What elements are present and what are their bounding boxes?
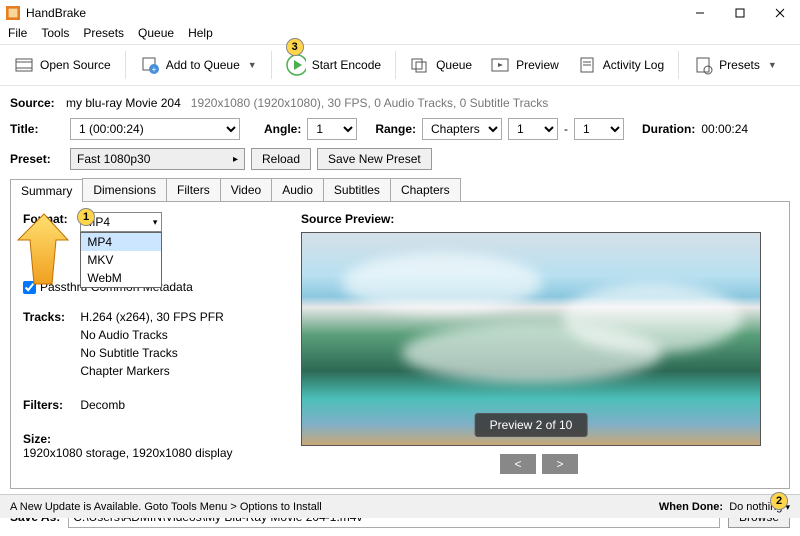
- menu-bar: File Tools Presets Queue Help: [0, 26, 800, 44]
- separator: [678, 51, 679, 79]
- close-button[interactable]: [760, 0, 800, 26]
- size-value: 1920x1080 storage, 1920x1080 display: [23, 446, 233, 460]
- presets-icon: [693, 55, 713, 75]
- menu-help[interactable]: Help: [188, 26, 213, 44]
- log-icon: [577, 55, 597, 75]
- preset-label: Preset:: [10, 152, 64, 166]
- source-label: Source:: [10, 96, 55, 110]
- presets-button[interactable]: Presets ▼: [687, 52, 783, 78]
- range-sep: -: [564, 122, 568, 136]
- separator: [125, 51, 126, 79]
- preset-row: Preset: Fast 1080p30 ▸ Reload Save New P…: [10, 148, 790, 170]
- queue-add-icon: +: [140, 55, 160, 75]
- tab-filters[interactable]: Filters: [166, 178, 221, 201]
- preset-select[interactable]: Fast 1080p30 ▸: [70, 148, 245, 170]
- menu-presets[interactable]: Presets: [83, 26, 124, 44]
- preview-label: Preview: [516, 58, 559, 72]
- format-dropdown: MP4 MKV WebM: [80, 232, 162, 288]
- svg-text:+: +: [151, 65, 156, 74]
- activity-log-button[interactable]: Activity Log: [571, 52, 670, 78]
- title-row: Title: 1 (00:00:24) Angle: 1 Range: Chap…: [10, 118, 790, 140]
- toolbar: Open Source + Add to Queue ▼ 3 Start Enc…: [0, 44, 800, 86]
- separator: [271, 51, 272, 79]
- source-line: Source: my blu-ray Movie 204 1920x1080 (…: [10, 92, 790, 118]
- chevron-down-icon: ▼: [248, 60, 257, 70]
- save-preset-button[interactable]: Save New Preset: [317, 148, 432, 170]
- status-bar: A New Update is Available. Goto Tools Me…: [0, 494, 800, 518]
- tracks-label: Tracks:: [23, 310, 77, 324]
- start-encode-label: Start Encode: [312, 58, 381, 72]
- callout-1: 1: [77, 208, 95, 226]
- reload-button[interactable]: Reload: [251, 148, 311, 170]
- maximize-button[interactable]: [720, 0, 760, 26]
- preview-caption: Preview 2 of 10: [475, 413, 588, 437]
- track-line: No Audio Tracks: [80, 328, 223, 342]
- preview-button[interactable]: Preview: [484, 52, 565, 78]
- format-option-mp4[interactable]: MP4: [81, 233, 161, 251]
- filters-label: Filters:: [23, 398, 77, 412]
- tab-subtitles[interactable]: Subtitles: [323, 178, 391, 201]
- track-line: Chapter Markers: [80, 364, 223, 378]
- title-bar: HandBrake: [0, 0, 800, 26]
- format-option-mkv[interactable]: MKV: [81, 251, 161, 269]
- preset-value: Fast 1080p30: [77, 152, 150, 166]
- activity-log-label: Activity Log: [603, 58, 664, 72]
- film-icon: [14, 55, 34, 75]
- title-label: Title:: [10, 122, 64, 136]
- angle-label: Angle:: [264, 122, 301, 136]
- filters-value: Decomb: [80, 398, 125, 412]
- duration-value: 00:00:24: [701, 122, 748, 136]
- source-info: 1920x1080 (1920x1080), 30 FPS, 0 Audio T…: [191, 96, 549, 110]
- chevron-down-icon: ▾: [153, 217, 158, 228]
- title-select[interactable]: 1 (00:00:24): [70, 118, 240, 140]
- menu-tools[interactable]: Tools: [41, 26, 69, 44]
- queue-button[interactable]: Queue: [404, 52, 478, 78]
- preview-image: Preview 2 of 10: [301, 232, 761, 446]
- range-from-select[interactable]: 1: [508, 118, 558, 140]
- start-encode-button[interactable]: 3 Start Encode: [280, 52, 387, 78]
- chevron-down-icon: ▼: [768, 60, 777, 70]
- preview-icon: [490, 55, 510, 75]
- tabs: Summary Dimensions Filters Video Audio S…: [10, 178, 790, 202]
- callout-3: 3: [286, 38, 304, 56]
- app-logo-icon: [6, 6, 20, 20]
- range-to-select[interactable]: 1: [574, 118, 624, 140]
- angle-select[interactable]: 1: [307, 118, 357, 140]
- tab-video[interactable]: Video: [220, 178, 272, 201]
- minimize-button[interactable]: [680, 0, 720, 26]
- chevron-right-icon: ▸: [233, 154, 238, 165]
- range-label: Range:: [375, 122, 416, 136]
- presets-label: Presets: [719, 58, 760, 72]
- duration-label: Duration:: [642, 122, 695, 136]
- play-icon: [286, 55, 306, 75]
- menu-queue[interactable]: Queue: [138, 26, 174, 44]
- tab-audio[interactable]: Audio: [271, 178, 324, 201]
- tab-dimensions[interactable]: Dimensions: [82, 178, 167, 201]
- summary-panel: Format: 1 MP4 ▾ MP4 MKV WebM Passthru Co…: [10, 202, 790, 489]
- status-update-text: A New Update is Available. Goto Tools Me…: [10, 501, 322, 513]
- track-line: H.264 (x264), 30 FPS PFR: [80, 310, 223, 324]
- size-label: Size:: [23, 432, 77, 446]
- open-source-button[interactable]: Open Source: [8, 52, 117, 78]
- source-name: my blu-ray Movie 204: [66, 96, 181, 110]
- preview-prev-button[interactable]: <: [500, 454, 536, 474]
- track-line: No Subtitle Tracks: [80, 346, 223, 360]
- preview-next-button[interactable]: >: [542, 454, 578, 474]
- tab-summary[interactable]: Summary: [10, 179, 83, 202]
- format-option-webm[interactable]: WebM: [81, 269, 161, 287]
- queue-icon: [410, 55, 430, 75]
- callout-2: 2: [770, 492, 788, 510]
- add-to-queue-label: Add to Queue: [166, 58, 240, 72]
- add-to-queue-button[interactable]: + Add to Queue ▼: [134, 52, 263, 78]
- when-done-label: When Done:: [659, 501, 723, 513]
- separator: [395, 51, 396, 79]
- range-type-select[interactable]: Chapters: [422, 118, 502, 140]
- arrow-annotation: [4, 212, 70, 292]
- queue-label: Queue: [436, 58, 472, 72]
- source-preview-label: Source Preview:: [301, 212, 777, 226]
- open-source-label: Open Source: [40, 58, 111, 72]
- tab-chapters[interactable]: Chapters: [390, 178, 461, 201]
- menu-file[interactable]: File: [8, 26, 27, 44]
- window-title: HandBrake: [26, 6, 680, 20]
